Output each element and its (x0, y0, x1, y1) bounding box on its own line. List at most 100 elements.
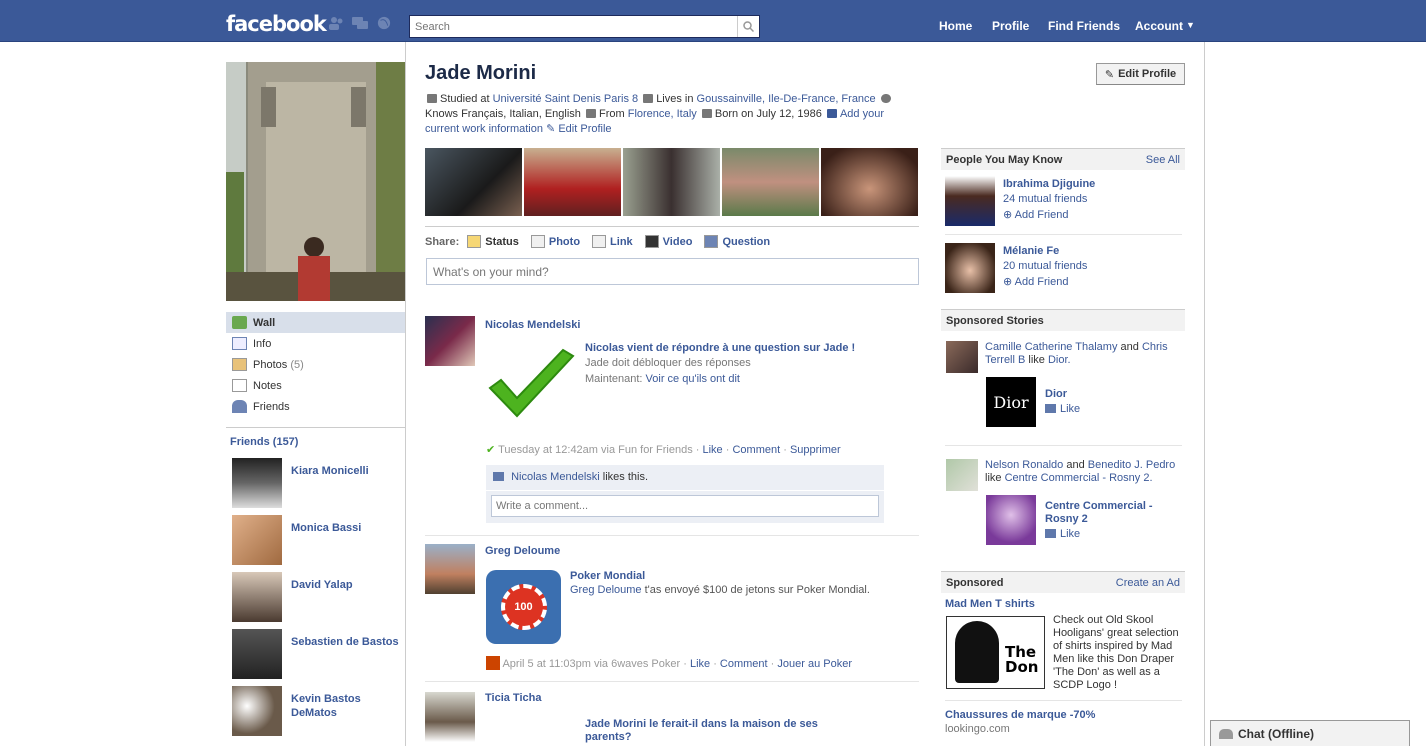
see-all-link[interactable]: See All (1146, 154, 1180, 166)
page-link[interactable]: Centre Commercial - Rosny 2. (1005, 472, 1153, 484)
friend-name[interactable]: Monica Bassi (291, 521, 401, 535)
mutual-friends-link[interactable]: 24 mutual friends (1003, 193, 1087, 205)
poker-app-icon[interactable]: 100 (486, 570, 561, 644)
friend-avatar[interactable] (232, 515, 282, 565)
comment-link[interactable]: Comment (732, 444, 780, 456)
page-name-link[interactable]: Dior (1045, 388, 1067, 400)
comment-input[interactable]: Write a comment... (491, 495, 879, 517)
friend-item[interactable]: Kiara Monicelli (232, 458, 402, 508)
pymk-avatar[interactable] (945, 176, 995, 226)
friend-name[interactable]: David Yalap (291, 578, 401, 592)
divider (945, 445, 1182, 446)
ad-image[interactable]: The Don (946, 616, 1045, 689)
friend-avatar[interactable] (232, 629, 282, 679)
share-photo-tab[interactable]: Photo (530, 235, 580, 248)
friends-header[interactable]: Friends (157) (226, 427, 405, 456)
delete-link[interactable]: Supprimer (790, 444, 841, 456)
like-page-button[interactable]: Like (1045, 403, 1080, 415)
education-icon (427, 94, 437, 103)
actor-avatar[interactable] (425, 692, 475, 742)
edit-profile-button[interactable]: ✎ Edit Profile (1096, 63, 1185, 85)
account-dropdown-icon[interactable]: ▼ (1186, 20, 1195, 30)
friend-requests-icon[interactable] (328, 16, 344, 30)
story-avatar[interactable] (946, 459, 978, 491)
nav-wall[interactable]: Wall (226, 312, 405, 333)
edit-profile-link[interactable]: Edit Profile (558, 123, 611, 135)
page-link[interactable]: Dior. (1048, 354, 1071, 366)
person-link[interactable]: Camille Catherine Thalamy (985, 341, 1117, 353)
profile-picture[interactable] (226, 62, 405, 301)
actor-name[interactable]: Ticia Ticha (485, 692, 541, 704)
sender-link[interactable]: Greg Deloume (570, 584, 642, 596)
app-story-title[interactable]: Poker Mondial (570, 570, 645, 582)
add-friend-button[interactable]: ⊕ Add Friend (1003, 208, 1068, 221)
app-story-title[interactable]: Jade Morini le ferait-il dans la maison … (585, 718, 855, 744)
chat-bar[interactable]: Chat (Offline) (1210, 720, 1410, 746)
status-input[interactable]: What's on your mind? (426, 258, 919, 285)
pymk-name[interactable]: Mélanie Fe (1003, 245, 1059, 257)
create-ad-link[interactable]: Create an Ad (1116, 577, 1180, 589)
friend-name[interactable]: Sebastien de Bastos (291, 635, 401, 649)
friend-avatar[interactable] (232, 458, 282, 508)
friend-item[interactable]: Sebastien de Bastos (232, 629, 402, 679)
share-link-tab[interactable]: Link (592, 235, 633, 248)
liker-link[interactable]: Nicolas Mendelski (511, 471, 600, 483)
story-time[interactable]: April 5 at 11:03pm via 6waves Poker (502, 658, 680, 670)
messages-icon[interactable] (352, 16, 368, 30)
friend-name[interactable]: Kevin Bastos DeMatos (291, 692, 401, 720)
like-link[interactable]: Like (690, 658, 710, 670)
photo-thumbnail[interactable] (623, 148, 720, 216)
friend-item[interactable]: Kevin Bastos DeMatos (232, 686, 402, 736)
friend-avatar[interactable] (232, 572, 282, 622)
friend-avatar[interactable] (232, 686, 282, 736)
friend-item[interactable]: Monica Bassi (232, 515, 402, 565)
dior-logo[interactable]: Dior (986, 377, 1036, 427)
lives-link[interactable]: Goussainville, Ile-De-France, France (697, 93, 876, 105)
rosny-page-image[interactable] (986, 495, 1036, 545)
photo-thumbnail[interactable] (524, 148, 621, 216)
nav-notes[interactable]: Notes (226, 375, 405, 396)
photo-thumbnail[interactable] (425, 148, 522, 216)
photo-thumbnail[interactable] (722, 148, 819, 216)
story-avatar[interactable] (946, 341, 978, 373)
friend-name[interactable]: Kiara Monicelli (291, 464, 401, 478)
share-status-tab[interactable]: Status (467, 235, 519, 248)
ad-title[interactable]: Chaussures de marque -70% (945, 709, 1095, 721)
nav-photos[interactable]: Photos (5) (226, 354, 405, 375)
like-link[interactable]: Like (703, 444, 723, 456)
nav-friends[interactable]: Friends (226, 396, 405, 417)
mutual-friends-link[interactable]: 20 mutual friends (1003, 260, 1087, 272)
comment-link[interactable]: Comment (720, 658, 768, 670)
see-answers-link[interactable]: Voir ce qu'ils ont dit (646, 373, 740, 385)
search-button[interactable] (737, 16, 759, 37)
nav-info[interactable]: Info (226, 333, 405, 354)
share-question-tab[interactable]: Question (704, 235, 770, 248)
person-link[interactable]: Benedito J. Pedro (1088, 459, 1175, 471)
actor-avatar[interactable] (425, 316, 475, 366)
pymk-avatar[interactable] (945, 243, 995, 293)
app-story-title[interactable]: Nicolas vient de répondre à une question… (585, 342, 855, 354)
photo-thumbnail[interactable] (821, 148, 918, 216)
nav-profile[interactable]: Profile (992, 19, 1029, 33)
facebook-logo[interactable]: facebook (226, 12, 327, 36)
hometown-link[interactable]: Florence, Italy (628, 108, 697, 120)
pymk-name[interactable]: Ibrahima Djiguine (1003, 178, 1095, 190)
search-input[interactable] (410, 16, 730, 37)
play-poker-link[interactable]: Jouer au Poker (777, 658, 852, 670)
page-name-link[interactable]: Centre Commercial - Rosny 2 (1045, 500, 1175, 526)
school-link[interactable]: Université Saint Denis Paris 8 (493, 93, 639, 105)
actor-avatar[interactable] (425, 544, 475, 594)
add-friend-button[interactable]: ⊕ Add Friend (1003, 275, 1068, 288)
actor-name[interactable]: Greg Deloume (485, 545, 560, 557)
share-video-tab[interactable]: Video (644, 235, 692, 248)
nav-account[interactable]: Account (1135, 19, 1183, 33)
story-time[interactable]: Tuesday at 12:42am via Fun for Friends (498, 444, 693, 456)
nav-home[interactable]: Home (939, 19, 972, 33)
actor-name[interactable]: Nicolas Mendelski (485, 319, 580, 331)
friend-item[interactable]: David Yalap (232, 572, 402, 622)
nav-find-friends[interactable]: Find Friends (1048, 19, 1120, 33)
notifications-globe-icon[interactable] (376, 16, 392, 30)
person-link[interactable]: Nelson Ronaldo (985, 459, 1063, 471)
ad-title[interactable]: Mad Men T shirts (945, 598, 1035, 610)
like-page-button[interactable]: Like (1045, 528, 1080, 540)
